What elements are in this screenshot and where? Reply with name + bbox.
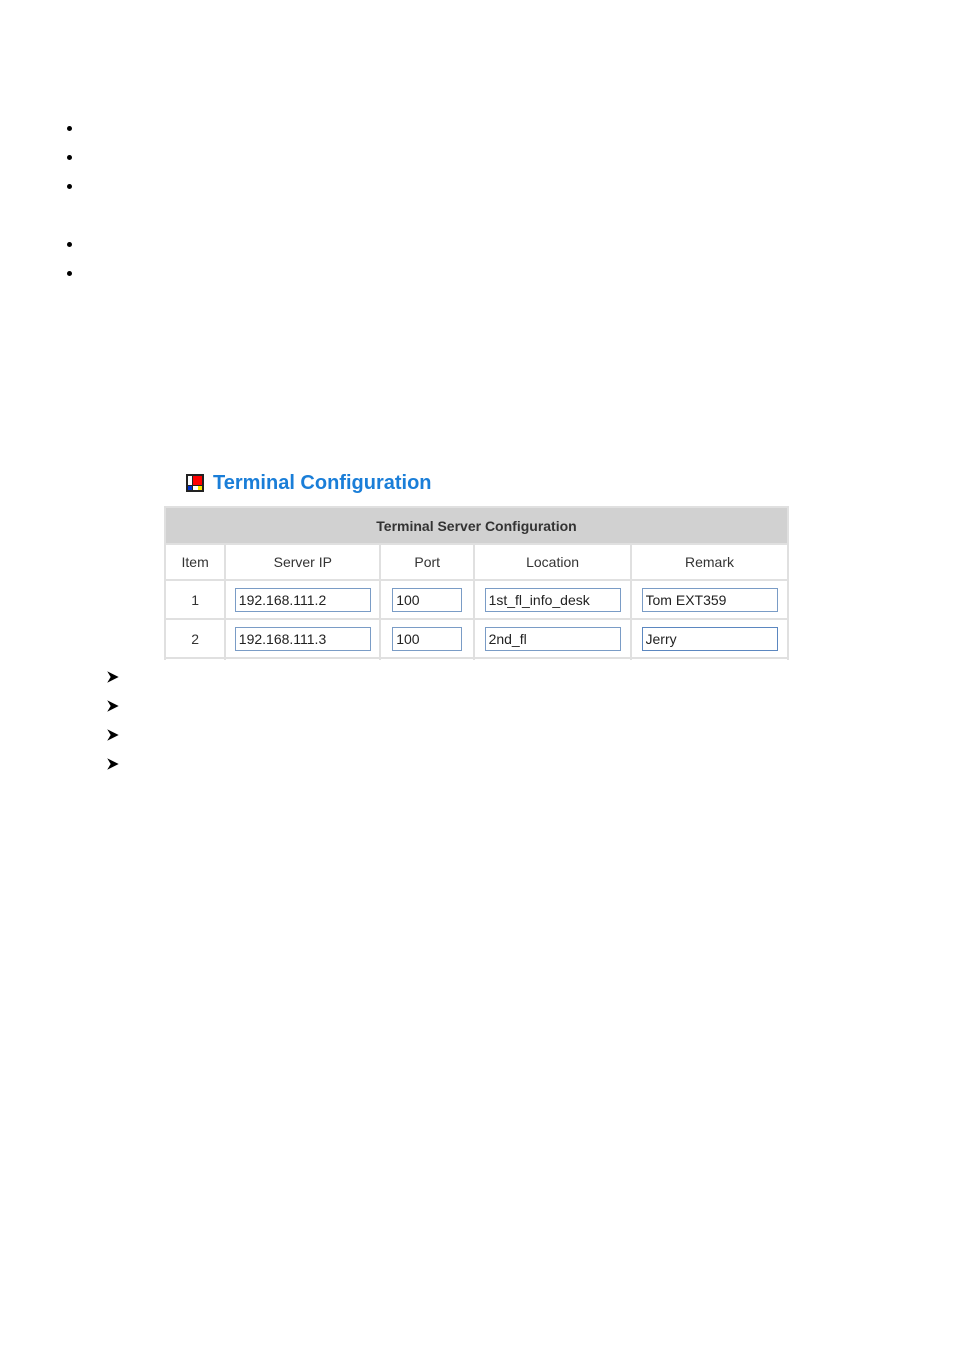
- table-row: 1: [164, 579, 789, 620]
- table-row: 2: [164, 618, 789, 659]
- table-row-partial: [164, 657, 789, 660]
- terminal-server-config-table: Terminal Server Configuration Item Serve…: [164, 506, 789, 660]
- arrow-bullet-icon: [107, 758, 119, 770]
- arrow-bullet-icon: [107, 700, 119, 712]
- column-header-port: Port: [379, 543, 476, 581]
- column-header-location: Location: [473, 543, 633, 581]
- terminal-configuration-header: Terminal Configuration: [186, 470, 432, 496]
- remark-input[interactable]: [641, 587, 778, 612]
- remark-cell: [630, 618, 789, 659]
- bullet-point: [67, 155, 72, 160]
- column-header-item: Item: [164, 543, 227, 581]
- terminal-server-config-panel: Terminal Server Configuration Item Serve…: [164, 506, 790, 660]
- item-number: 2: [164, 618, 227, 659]
- bullet-point: [67, 242, 72, 247]
- remark-cell: [630, 579, 789, 620]
- server-ip-cell: [224, 579, 382, 620]
- port-cell: [379, 618, 476, 659]
- port-cell: [379, 579, 476, 620]
- server-ip-input[interactable]: [234, 626, 371, 651]
- mondrian-config-icon: [186, 474, 204, 492]
- column-header-remark: Remark: [630, 543, 789, 581]
- location-input[interactable]: [484, 587, 621, 612]
- server-ip-cell: [224, 618, 382, 659]
- location-cell: [473, 618, 633, 659]
- arrow-bullet-icon: [107, 671, 119, 683]
- port-input[interactable]: [392, 626, 463, 651]
- bullet-point: [67, 271, 72, 276]
- table-caption: Terminal Server Configuration: [164, 506, 789, 545]
- location-input[interactable]: [484, 626, 621, 651]
- table-header-row: Item Server IP Port Location Remark: [164, 543, 789, 581]
- item-number: 1: [164, 579, 227, 620]
- port-input[interactable]: [392, 587, 463, 612]
- page-title: Terminal Configuration: [213, 471, 432, 494]
- location-cell: [473, 579, 633, 620]
- arrow-bullet-icon: [107, 729, 119, 741]
- server-ip-input[interactable]: [234, 587, 371, 612]
- bullet-point: [67, 184, 72, 189]
- remark-input-focused[interactable]: [641, 626, 778, 651]
- column-header-server-ip: Server IP: [224, 543, 382, 581]
- bullet-point: [67, 126, 72, 131]
